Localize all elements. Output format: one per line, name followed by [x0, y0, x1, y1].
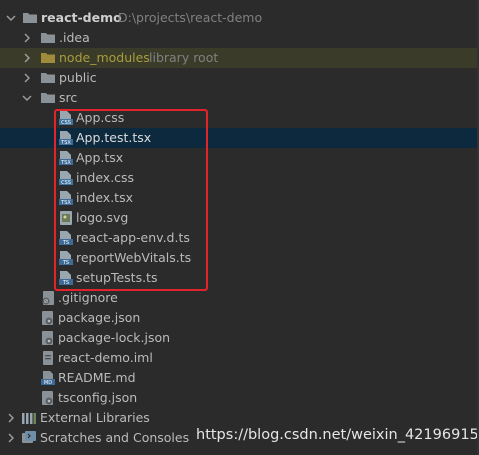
file-label: reportWebVitals.ts: [76, 250, 192, 265]
chevron-down-icon[interactable]: [5, 8, 17, 28]
chevron-right-icon[interactable]: [5, 428, 17, 448]
file-label: App.tsx: [76, 150, 124, 165]
file-label: App.test.tsx: [76, 130, 152, 145]
folder-label: src: [59, 90, 78, 105]
json-file-icon: [40, 330, 56, 346]
json-file-icon: [40, 310, 56, 326]
tree-row-project-root[interactable]: react-demo D:\projects\react-demo: [0, 8, 479, 28]
ts-file-icon: TS: [58, 230, 74, 246]
file-label: tsconfig.json: [58, 390, 138, 405]
file-label: README.md: [58, 370, 136, 385]
tree-row-idea[interactable]: .idea: [0, 28, 479, 48]
svg-text:TSX: TSX: [60, 140, 71, 146]
tsx-file-icon: TSX: [58, 190, 74, 206]
file-label: react-app-env.d.ts: [76, 230, 190, 245]
svg-file-icon: [58, 210, 74, 226]
file-label: setupTests.ts: [76, 270, 158, 285]
tree-row-file[interactable]: TS reportWebVitals.ts: [0, 248, 479, 268]
folder-icon: [22, 10, 38, 26]
svg-text:TS: TS: [62, 240, 69, 246]
tree-row-public[interactable]: public: [0, 68, 479, 88]
scratches-label: Scratches and Consoles: [40, 430, 190, 445]
file-label: index.css: [76, 170, 135, 185]
file-label: react-demo.iml: [58, 350, 153, 365]
file-label: index.tsx: [76, 190, 133, 205]
file-label: App.css: [76, 110, 125, 125]
file-label: package-lock.json: [58, 330, 171, 345]
file-label: logo.svg: [76, 210, 129, 225]
chevron-down-icon[interactable]: [21, 88, 33, 108]
tsx-file-icon: TSX: [58, 130, 74, 146]
tree-row-file[interactable]: TSX index.tsx: [0, 188, 479, 208]
tree-row-file-selected[interactable]: TSX App.test.tsx: [0, 128, 479, 148]
svg-text:⊘: ⊘: [43, 298, 48, 305]
svg-text:TSX: TSX: [60, 200, 71, 206]
external-libraries-label: External Libraries: [40, 410, 150, 425]
folder-icon: [40, 90, 56, 106]
svg-text:TS: TS: [62, 280, 69, 286]
library-root-hint: library root: [149, 50, 219, 65]
tree-row-src[interactable]: src: [0, 88, 479, 108]
chevron-right-icon[interactable]: [21, 68, 33, 88]
css-file-icon: CSS: [58, 110, 74, 126]
file-label: .gitignore: [58, 290, 118, 305]
tree-row-file[interactable]: tsconfig.json: [0, 388, 479, 408]
svg-text:TSX: TSX: [60, 160, 71, 166]
tree-row-external-libraries[interactable]: External Libraries: [0, 408, 479, 428]
watermark-url: https://blog.csdn.net/weixin_42196915: [196, 427, 479, 443]
file-label: package.json: [58, 310, 141, 325]
tree-row-file[interactable]: TS setupTests.ts: [0, 268, 479, 288]
folder-label: node_modules: [59, 50, 150, 65]
project-path: D:\projects\react-demo: [118, 10, 263, 25]
folder-icon: [40, 30, 56, 46]
svg-text:CSS: CSS: [61, 120, 71, 126]
tree-row-file[interactable]: TSX App.tsx: [0, 148, 479, 168]
tree-row-node-modules[interactable]: node_modules library root: [0, 48, 479, 68]
folder-icon: [40, 70, 56, 86]
tree-row-file[interactable]: ⊘ .gitignore: [0, 288, 479, 308]
tsx-file-icon: TSX: [58, 150, 74, 166]
css-file-icon: CSS: [58, 170, 74, 186]
project-name: react-demo: [41, 10, 122, 25]
tree-row-file[interactable]: TS react-app-env.d.ts: [0, 228, 479, 248]
tree-row-file[interactable]: MD README.md: [0, 368, 479, 388]
tree-row-file[interactable]: react-demo.iml: [0, 348, 479, 368]
tree-row-file[interactable]: CSS App.css: [0, 108, 479, 128]
tree-row-file[interactable]: package-lock.json: [0, 328, 479, 348]
ts-file-icon: TS: [58, 250, 74, 266]
markdown-file-icon: MD: [40, 370, 56, 386]
folder-label: .idea: [59, 30, 90, 45]
tree-row-file[interactable]: package.json: [0, 308, 479, 328]
chevron-right-icon[interactable]: [21, 28, 33, 48]
chevron-right-icon[interactable]: [21, 48, 33, 68]
gitignore-file-icon: ⊘: [40, 290, 56, 306]
json-file-icon: [40, 390, 56, 406]
svg-text:TS: TS: [62, 260, 69, 266]
svg-text:CSS: CSS: [61, 180, 71, 186]
folder-icon: [40, 50, 56, 66]
iml-file-icon: [40, 350, 56, 366]
tree-row-file[interactable]: logo.svg: [0, 208, 479, 228]
folder-label: public: [59, 70, 97, 85]
ts-file-icon: TS: [58, 270, 74, 286]
tree-row-file[interactable]: CSS index.css: [0, 168, 479, 188]
svg-text:MD: MD: [44, 380, 52, 386]
scratches-icon: [21, 430, 37, 446]
chevron-right-icon[interactable]: [5, 408, 17, 428]
library-icon: [21, 410, 37, 426]
